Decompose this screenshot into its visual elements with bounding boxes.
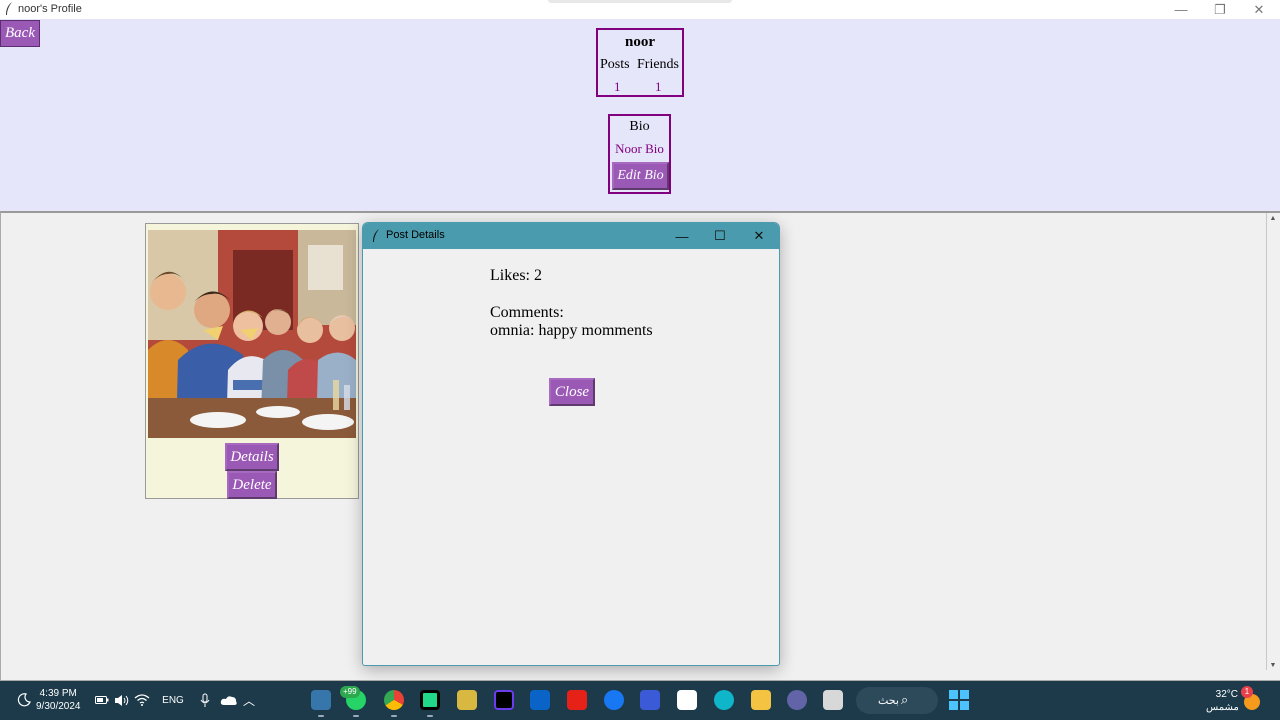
search-icon: ⌕ xyxy=(901,692,909,707)
dialog-maximize-button[interactable]: ☐ xyxy=(701,223,739,249)
weather-text: مشمس xyxy=(1206,702,1239,713)
delete-button[interactable]: Delete xyxy=(227,471,277,499)
taskbar-search[interactable]: بحث ⌕ xyxy=(856,687,938,714)
moon-icon[interactable] xyxy=(17,693,31,707)
language-indicator[interactable]: ENG xyxy=(160,681,186,720)
weather-widget[interactable]: 32°C مشمس xyxy=(1206,688,1239,714)
dialog-close-icon[interactable]: ✕ xyxy=(740,223,778,249)
volume-icon[interactable] xyxy=(114,694,130,707)
app-indicator xyxy=(427,715,433,717)
store-icon[interactable] xyxy=(677,690,697,710)
feather-icon xyxy=(6,2,12,15)
scroll-down-icon[interactable]: ▼ xyxy=(1269,661,1277,669)
clock-date: 9/30/2024 xyxy=(36,701,81,712)
app-blue-icon[interactable] xyxy=(640,690,660,710)
app-indicator xyxy=(391,715,397,717)
friends-label: Friends xyxy=(637,57,679,72)
windows-start-icon[interactable] xyxy=(948,689,970,711)
dialog-minimize-button[interactable]: — xyxy=(663,223,701,249)
likes-count: Likes: 2 xyxy=(490,267,542,284)
tool-icon[interactable] xyxy=(457,690,477,710)
facebook-icon[interactable] xyxy=(604,690,624,710)
taskbar: 4:39 PM 9/30/2024 ENG ︿ +99 بحث ⌕ 32°C م… xyxy=(0,681,1280,720)
chevron-up-icon[interactable]: ︿ xyxy=(240,681,258,720)
teams-icon[interactable] xyxy=(787,690,807,710)
posts-scrollbar[interactable]: ▲ ▼ xyxy=(1266,213,1278,670)
outlook-icon[interactable] xyxy=(530,690,550,710)
username: noor xyxy=(625,34,655,50)
post-image xyxy=(148,230,356,438)
file-explorer-icon[interactable] xyxy=(751,690,771,710)
bio-text: Noor Bio xyxy=(615,141,664,156)
wifi-icon[interactable] xyxy=(134,694,150,706)
close-button[interactable]: Close xyxy=(549,378,595,406)
profile-stats: noor Posts Friends 1 1 xyxy=(596,28,684,97)
youtube-icon[interactable] xyxy=(567,690,587,710)
bio-panel: Bio Noor Bio Edit Bio xyxy=(608,114,671,194)
pycharm-icon[interactable] xyxy=(420,690,440,710)
python-idle-icon[interactable] xyxy=(311,690,331,710)
bio-title: Bio xyxy=(629,119,650,134)
post-card: Details Delete xyxy=(145,223,359,499)
temperature: 32°C xyxy=(1215,689,1238,700)
back-button[interactable]: Back xyxy=(0,20,40,47)
scroll-up-icon[interactable]: ▲ xyxy=(1269,214,1277,222)
app-indicator xyxy=(353,715,359,717)
dialog-titlebar[interactable]: Post Details — ☐ ✕ xyxy=(363,223,779,249)
onedrive-icon[interactable] xyxy=(220,694,238,707)
friends-count: 1 xyxy=(655,79,662,94)
details-button[interactable]: Details xyxy=(225,443,279,471)
intellij-icon[interactable] xyxy=(494,690,514,710)
feather-icon xyxy=(373,229,379,242)
edit-bio-button[interactable]: Edit Bio xyxy=(612,162,669,190)
weather-badge: 1 xyxy=(1241,686,1253,698)
battery-icon[interactable] xyxy=(95,695,109,705)
posts-label: Posts xyxy=(600,57,630,72)
dialog-title: Post Details xyxy=(386,229,445,241)
clock[interactable]: 4:39 PM 9/30/2024 xyxy=(36,687,81,713)
window-copy-icon[interactable] xyxy=(823,690,843,710)
chrome-icon[interactable] xyxy=(384,690,404,710)
posts-count: 1 xyxy=(614,79,621,94)
titlebar-handle xyxy=(548,0,732,3)
profile-header: Back noor Posts Friends 1 1 Bio Noor Bio… xyxy=(0,19,1280,211)
window-title: noor's Profile xyxy=(18,3,82,15)
clock-time: 4:39 PM xyxy=(39,688,77,699)
notification-badge: +99 xyxy=(340,686,360,698)
comments-label: Comments: xyxy=(490,304,564,321)
edge-icon[interactable] xyxy=(714,690,734,710)
microphone-icon[interactable] xyxy=(200,693,210,708)
post-details-dialog: Post Details — ☐ ✕ Likes: 2 Comments: om… xyxy=(362,222,780,666)
minimize-button[interactable]: — xyxy=(1161,0,1201,19)
comment-item: omnia: happy momments xyxy=(490,322,653,339)
maximize-button[interactable]: ❐ xyxy=(1200,0,1240,19)
search-label: بحث xyxy=(878,695,899,707)
window-titlebar: noor's Profile — ❐ ✕ xyxy=(0,0,1280,19)
app-indicator xyxy=(318,715,324,717)
close-window-button[interactable]: ✕ xyxy=(1239,0,1279,19)
